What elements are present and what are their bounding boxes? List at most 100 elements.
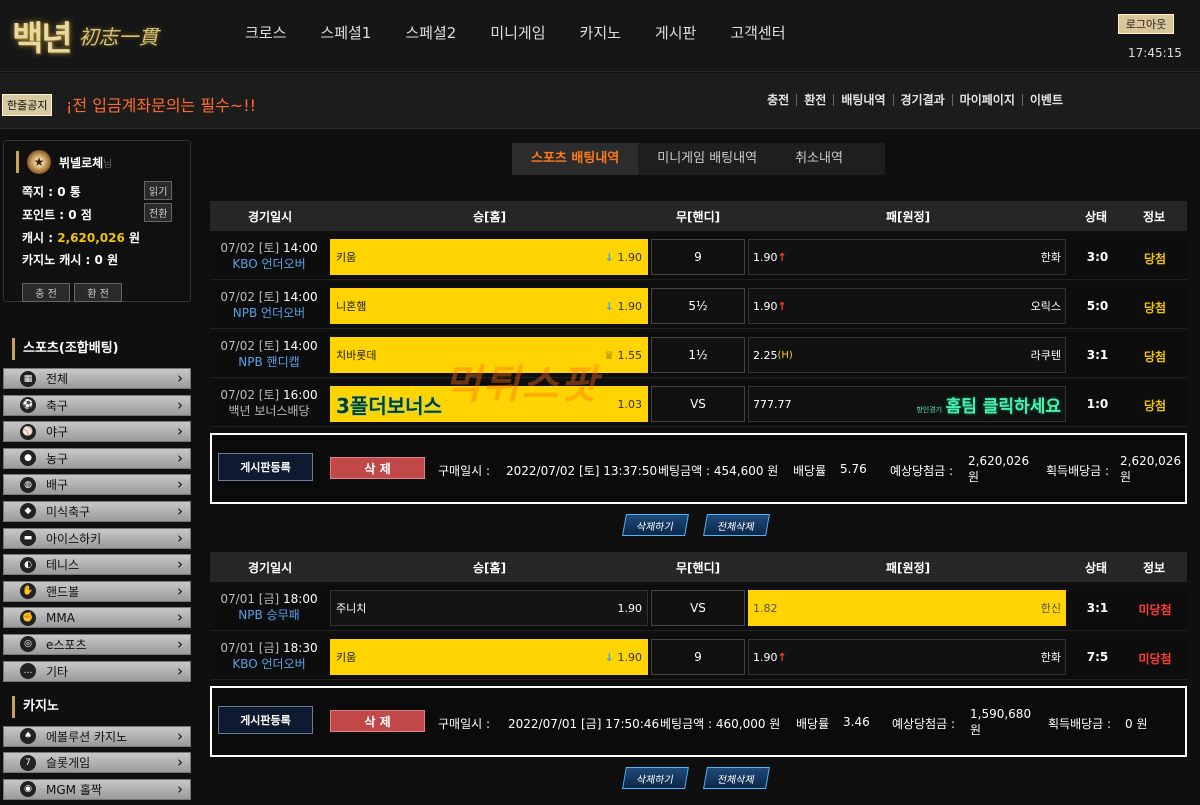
nav-casino[interactable]: 카지노: [563, 22, 638, 43]
logo-sub-text: 初志一貫: [78, 24, 159, 49]
status-badge: 당첨: [1143, 350, 1167, 364]
arrow-up-icon: ↑: [777, 299, 787, 313]
handicap-crown-icon: ♛: [604, 348, 614, 362]
chevron-right-icon: ›: [177, 634, 183, 653]
main-nav: 크로스 스페셜1 스페셜2 미니게임 카지노 게시판 고객센터: [228, 0, 803, 64]
col-info: 정보: [1143, 209, 1166, 224]
exchange-button[interactable]: 환 전: [74, 283, 122, 302]
quick-event[interactable]: 이벤트: [1023, 94, 1070, 106]
menu-basketball[interactable]: ● 농구 ›: [3, 447, 191, 469]
draw-pick[interactable]: 5½: [651, 288, 745, 324]
menu-evolution-casino[interactable]: ♠ 에볼루션 카지노 ›: [3, 725, 191, 747]
menu-mgm[interactable]: ◉ MGM 홀짝 ›: [3, 778, 191, 800]
col-home: 승[홈]: [473, 209, 507, 224]
away-pick[interactable]: 1.90 ↑ 한화: [748, 639, 1066, 675]
col-draw: 무[핸디]: [676, 209, 721, 224]
nav-cross[interactable]: 크로스: [228, 22, 303, 43]
match-score: 7:5: [1086, 650, 1109, 664]
delete-selected-button[interactable]: 삭제하기: [622, 767, 689, 789]
draw-pick[interactable]: 1½: [651, 337, 745, 373]
bet-amount: 베팅금액 : 460,000 원: [660, 717, 781, 731]
col-away: 패[원정]: [886, 560, 931, 575]
menu-soccer[interactable]: ⚽ 축구 ›: [3, 394, 191, 416]
nav-support[interactable]: 고객센터: [713, 22, 802, 43]
menu-icehockey[interactable]: ▬ 아이스하키 ›: [3, 527, 191, 549]
nav-board[interactable]: 게시판: [638, 22, 713, 43]
bet-slip-2: 경기일시 승[홈] 무[핸디] 패[원정] 상태 정보 07/01 [금] 18…: [210, 552, 1187, 793]
delete-button[interactable]: 삭 제: [330, 710, 425, 732]
grid-icon: ▦: [20, 370, 36, 387]
tab-cancel-history[interactable]: 취소내역: [776, 143, 862, 175]
site-logo[interactable]: 백년 初志一貫: [12, 10, 159, 60]
expected-value: 1,590,680 원: [970, 707, 1032, 737]
quick-charge[interactable]: 충전: [760, 94, 798, 106]
board-register-button[interactable]: 게시판등록: [218, 706, 313, 734]
purchase-time: 2022/07/02 [토] 13:37:50: [506, 464, 658, 478]
col-away: 패[원정]: [886, 209, 931, 224]
quick-bet-history[interactable]: 배팅내역: [834, 94, 894, 106]
odds-value: 3.46: [843, 715, 870, 729]
tennis-ball-icon: ◐: [20, 556, 36, 573]
nav-special1[interactable]: 스페셜1: [303, 22, 388, 43]
menu-baseball[interactable]: ⚾ 야구 ›: [3, 421, 191, 443]
casino-cash-row: 카지노 캐시 : 0 원: [22, 253, 119, 267]
menu-all[interactable]: ▦ 전체 ›: [3, 368, 191, 389]
menu-mma[interactable]: ✊ MMA ›: [3, 607, 191, 629]
draw-pick[interactable]: 9: [651, 639, 745, 675]
away-pick[interactable]: 777.77 항인경기 홈팀 클릭하세요: [748, 386, 1066, 422]
away-pick[interactable]: 2.25 (H) 라쿠텐: [748, 337, 1066, 373]
casino-menu: ♠ 에볼루션 카지노 › 7 슬롯게임 › ◉ MGM 홀짝 ›: [3, 725, 192, 800]
table-row: 07/01 [금] 18:30 KBO 언더오버 키움 ↓ 1.90 9 1.90 ↑…: [210, 634, 1187, 680]
menu-volleyball[interactable]: ◍ 배구 ›: [3, 474, 191, 496]
bet-summary: 게시판등록 삭 제 구매일시 : 2022/07/02 [토] 13:37:50…: [210, 433, 1187, 504]
menu-slot[interactable]: 7 슬롯게임 ›: [3, 752, 191, 774]
home-pick[interactable]: 주니치 1.90: [330, 590, 648, 626]
home-pick[interactable]: 니혼햄 ↓ 1.90: [330, 288, 648, 324]
quick-links: 충전 환전 배팅내역 경기결과 마이페이지 이벤트: [760, 94, 1070, 106]
delete-all-button[interactable]: 전체삭제: [703, 767, 770, 789]
chevron-right-icon: ›: [177, 661, 183, 680]
nav-special2[interactable]: 스페셜2: [388, 22, 473, 43]
read-notes-button[interactable]: 읽기: [144, 181, 173, 200]
menu-football[interactable]: ◆ 미식축구 ›: [3, 500, 191, 522]
delete-all-button[interactable]: 전체삭제: [703, 514, 770, 536]
menu-esports[interactable]: ◎ e스포츠 ›: [3, 633, 191, 655]
col-home: 승[홈]: [473, 560, 507, 575]
tab-sports-history[interactable]: 스포츠 배팅내역: [512, 143, 639, 175]
col-info: 정보: [1143, 560, 1166, 575]
chevron-right-icon: ›: [177, 501, 183, 520]
purchase-label: 구매일시 :: [438, 464, 491, 478]
gamepad-icon: ◎: [20, 636, 36, 653]
away-pick[interactable]: 1.90 ↑ 오릭스: [748, 288, 1066, 324]
casino-menu-title: 카지노: [12, 695, 192, 718]
table-row: 07/02 [토] 14:00 NPB 언더오버 니혼햄 ↓ 1.90 5½ 1.9…: [210, 283, 1187, 329]
quick-mypage[interactable]: 마이페이지: [953, 94, 1023, 106]
quick-results[interactable]: 경기결과: [894, 94, 953, 106]
logout-button[interactable]: 로그아웃: [1118, 14, 1174, 34]
chevron-right-icon: ›: [177, 608, 183, 627]
status-badge: 당첨: [1143, 399, 1167, 413]
quick-exchange[interactable]: 환전: [797, 94, 835, 106]
home-pick[interactable]: 치바롯데 ♛ 1.55: [330, 337, 648, 373]
away-pick[interactable]: 1.82 한신: [748, 590, 1066, 626]
bet-actions: 삭제하기 전체삭제: [210, 504, 1187, 540]
draw-pick[interactable]: 9: [651, 239, 745, 275]
menu-etc[interactable]: … 기타 ›: [3, 660, 191, 682]
delete-button[interactable]: 삭 제: [330, 457, 425, 479]
charge-button[interactable]: 충 전: [22, 283, 70, 302]
tab-minigame-history[interactable]: 미니게임 배팅내역: [638, 143, 776, 175]
bet-actions: 삭제하기 전체삭제: [210, 757, 1187, 793]
menu-handball[interactable]: ✋ 핸드볼 ›: [3, 580, 191, 602]
menu-tennis[interactable]: ◐ 테니스 ›: [3, 554, 191, 576]
home-pick[interactable]: 키움 ↓ 1.90: [330, 239, 648, 275]
nav-minigame[interactable]: 미니게임: [473, 22, 562, 43]
home-pick[interactable]: 3폴더보너스 1.03: [330, 386, 648, 422]
home-pick[interactable]: 키움 ↓ 1.90: [330, 639, 648, 675]
draw-pick[interactable]: VS: [651, 590, 745, 626]
convert-points-button[interactable]: 전환: [144, 203, 173, 222]
away-pick[interactable]: 1.90 ↑ 한화: [748, 239, 1066, 275]
delete-selected-button[interactable]: 삭제하기: [622, 514, 689, 536]
board-register-button[interactable]: 게시판등록: [218, 453, 313, 481]
notice-text: ¡전 입금계좌문의는 필수~!!: [66, 96, 257, 115]
draw-pick[interactable]: VS: [651, 386, 745, 422]
